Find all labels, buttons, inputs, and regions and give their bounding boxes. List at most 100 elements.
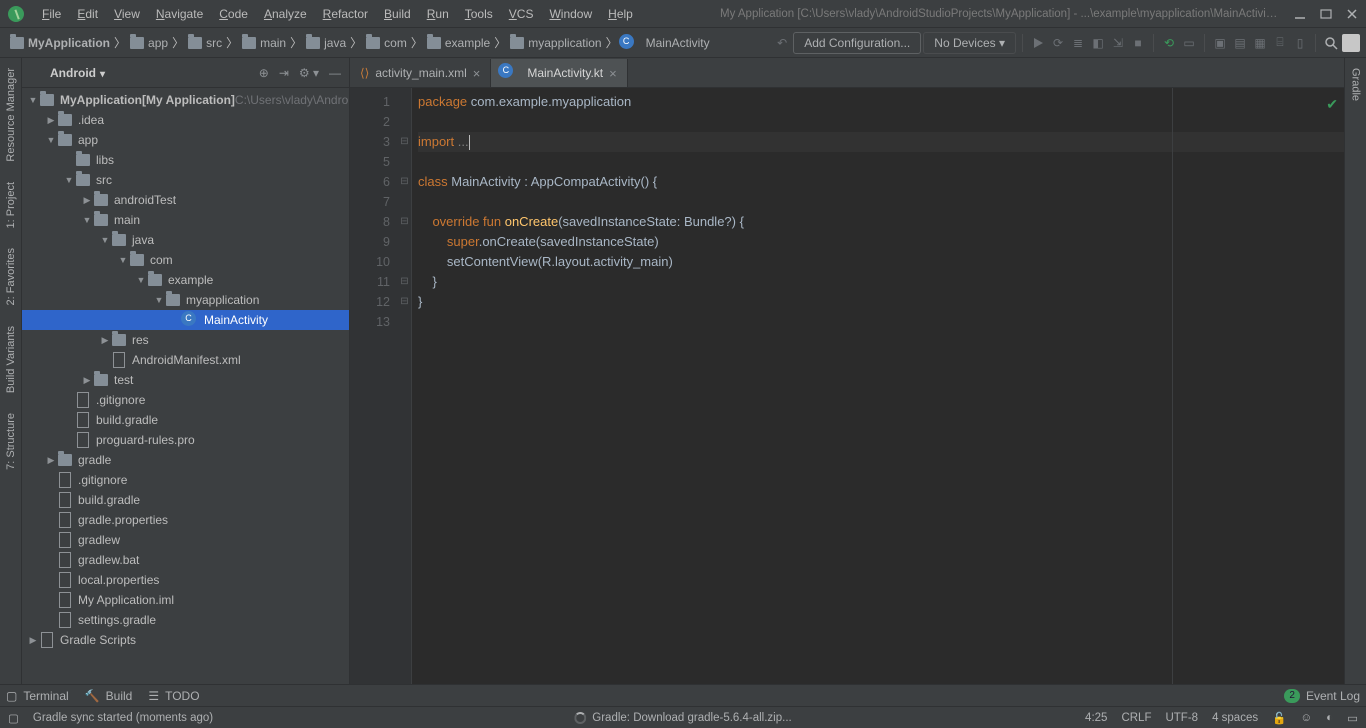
hide-icon[interactable]: — (329, 66, 341, 80)
build-tab[interactable]: 🔨 Build (85, 689, 133, 703)
tree-item[interactable]: res (22, 330, 349, 350)
menu-vcs[interactable]: VCS (501, 7, 542, 21)
add-configuration-button[interactable]: Add Configuration... (793, 32, 921, 54)
tree-item[interactable]: app (22, 130, 349, 150)
fold-gutter[interactable]: ⊟⊟⊟⊟⊟ (398, 88, 412, 684)
tree-item[interactable]: .gitignore (22, 470, 349, 490)
tree-item[interactable]: libs (22, 150, 349, 170)
tree-twisty-icon[interactable] (80, 195, 94, 206)
tree-twisty-icon[interactable] (152, 295, 166, 305)
code-editor[interactable]: ✔ package com.example.myapplicationimpor… (412, 88, 1344, 684)
profile-icon[interactable]: ◧ (1089, 34, 1107, 52)
resource-manager-icon[interactable]: ▦ (1251, 34, 1269, 52)
tree-item[interactable]: MainActivity (22, 310, 349, 330)
menu-tools[interactable]: Tools (457, 7, 501, 21)
tree-twisty-icon[interactable] (134, 275, 148, 285)
indent-indicator[interactable]: 4 spaces (1212, 712, 1258, 724)
apply-changes-icon[interactable]: ⟳ (1049, 34, 1067, 52)
notifications-icon[interactable]: ▭ (1347, 711, 1358, 725)
emulator-icon[interactable]: ▯ (1291, 34, 1309, 52)
tree-twisty-icon[interactable] (44, 455, 58, 466)
attach-icon[interactable]: ⇲ (1109, 34, 1127, 52)
editor-tab[interactable]: ⟨⟩activity_main.xml× (350, 59, 491, 87)
tree-twisty-icon[interactable] (116, 255, 130, 265)
back-icon[interactable]: ↶ (773, 34, 791, 52)
tree-item[interactable]: java (22, 230, 349, 250)
breadcrumb-segment[interactable]: src (184, 36, 226, 50)
tree-item[interactable]: local.properties (22, 570, 349, 590)
tree-item[interactable]: gradle.properties (22, 510, 349, 530)
todo-tab[interactable]: ☰ TODO (148, 689, 199, 703)
tree-item[interactable]: .idea (22, 110, 349, 130)
tree-item[interactable]: proguard-rules.pro (22, 430, 349, 450)
tree-item[interactable]: My Application.iml (22, 590, 349, 610)
minimize-icon[interactable] (1294, 8, 1306, 20)
terminal-tab[interactable]: ▢ Terminal (6, 689, 69, 703)
caret-position[interactable]: 4:25 (1085, 712, 1107, 724)
tree-item[interactable]: Gradle Scripts (22, 630, 349, 650)
stop-icon[interactable]: ■ (1129, 34, 1147, 52)
tree-item[interactable]: example (22, 270, 349, 290)
status-icon[interactable]: ▢ (8, 711, 19, 725)
avd-manager-icon[interactable]: ▭ (1180, 34, 1198, 52)
tool-window-tab[interactable]: Gradle (1350, 58, 1362, 111)
breadcrumb-segment[interactable]: app (126, 36, 172, 50)
debug-icon[interactable]: ≣ (1069, 34, 1087, 52)
tool-window-tab[interactable]: Build Variants (5, 316, 17, 403)
smiley-icon[interactable]: ☺ (1300, 712, 1312, 724)
menu-edit[interactable]: Edit (69, 7, 106, 21)
breadcrumb-segment[interactable]: java (302, 36, 350, 50)
memory-indicator-icon[interactable]: ◐ (1326, 712, 1333, 724)
menu-navigate[interactable]: Navigate (148, 7, 211, 21)
run-icon[interactable] (1029, 34, 1047, 52)
tree-twisty-icon[interactable] (98, 235, 112, 245)
project-view-selector[interactable]: Android (50, 66, 105, 80)
tree-twisty-icon[interactable] (44, 115, 58, 126)
tree-twisty-icon[interactable] (44, 135, 58, 145)
device-file-explorer-icon[interactable]: ⌸ (1271, 34, 1289, 52)
menu-window[interactable]: Window (541, 7, 600, 21)
menu-help[interactable]: Help (600, 7, 641, 21)
inspection-ok-icon[interactable]: ✔ (1326, 94, 1338, 114)
tree-root[interactable]: MyApplication [My Application] C:\Users\… (22, 90, 349, 110)
settings-icon[interactable]: ⚙ ▾ (299, 66, 319, 80)
tree-item[interactable]: com (22, 250, 349, 270)
maximize-icon[interactable] (1320, 8, 1332, 20)
user-icon[interactable] (1342, 34, 1360, 52)
menu-file[interactable]: File (34, 7, 69, 21)
tree-item[interactable]: settings.gradle (22, 610, 349, 630)
menu-analyze[interactable]: Analyze (256, 7, 315, 21)
locate-icon[interactable]: ⊕ (259, 66, 269, 80)
breadcrumb-segment[interactable]: main (238, 36, 290, 50)
menu-view[interactable]: View (106, 7, 148, 21)
layout-inspector-icon[interactable]: ▤ (1231, 34, 1249, 52)
tool-window-tab[interactable]: 7: Structure (5, 403, 17, 480)
search-everywhere-icon[interactable] (1322, 34, 1340, 52)
tree-item[interactable]: main (22, 210, 349, 230)
tree-item[interactable]: gradle (22, 450, 349, 470)
breadcrumb-segment[interactable]: myapplication (506, 36, 605, 50)
tool-window-tab[interactable]: Resource Manager (5, 58, 17, 172)
breadcrumb-segment[interactable]: com (362, 36, 411, 50)
close-tab-icon[interactable]: × (609, 66, 617, 81)
tree-item[interactable]: myapplication (22, 290, 349, 310)
tree-item[interactable]: build.gradle (22, 490, 349, 510)
close-icon[interactable] (1346, 8, 1358, 20)
tree-twisty-icon[interactable] (98, 335, 112, 346)
tool-window-tab[interactable]: 1: Project (5, 172, 17, 238)
tree-item[interactable]: src (22, 170, 349, 190)
device-selector[interactable]: No Devices ▾ (923, 32, 1016, 54)
tree-item[interactable]: androidTest (22, 190, 349, 210)
breadcrumb-segment[interactable]: MyApplication (6, 36, 114, 50)
menu-run[interactable]: Run (419, 7, 457, 21)
readonly-toggle-icon[interactable]: 🔓 (1272, 711, 1286, 725)
background-task-label[interactable]: Gradle: Download gradle-5.6.4-all.zip... (592, 712, 791, 724)
event-log-tab[interactable]: Event Log (1306, 689, 1360, 703)
tree-item[interactable]: .gitignore (22, 390, 349, 410)
menu-code[interactable]: Code (211, 7, 256, 21)
tree-twisty-icon[interactable] (62, 175, 76, 185)
breadcrumb-segment[interactable]: MainActivity (618, 36, 714, 50)
tool-window-tab[interactable]: 2: Favorites (5, 238, 17, 315)
collapse-all-icon[interactable]: ⇥ (279, 66, 289, 80)
tree-item[interactable]: build.gradle (22, 410, 349, 430)
